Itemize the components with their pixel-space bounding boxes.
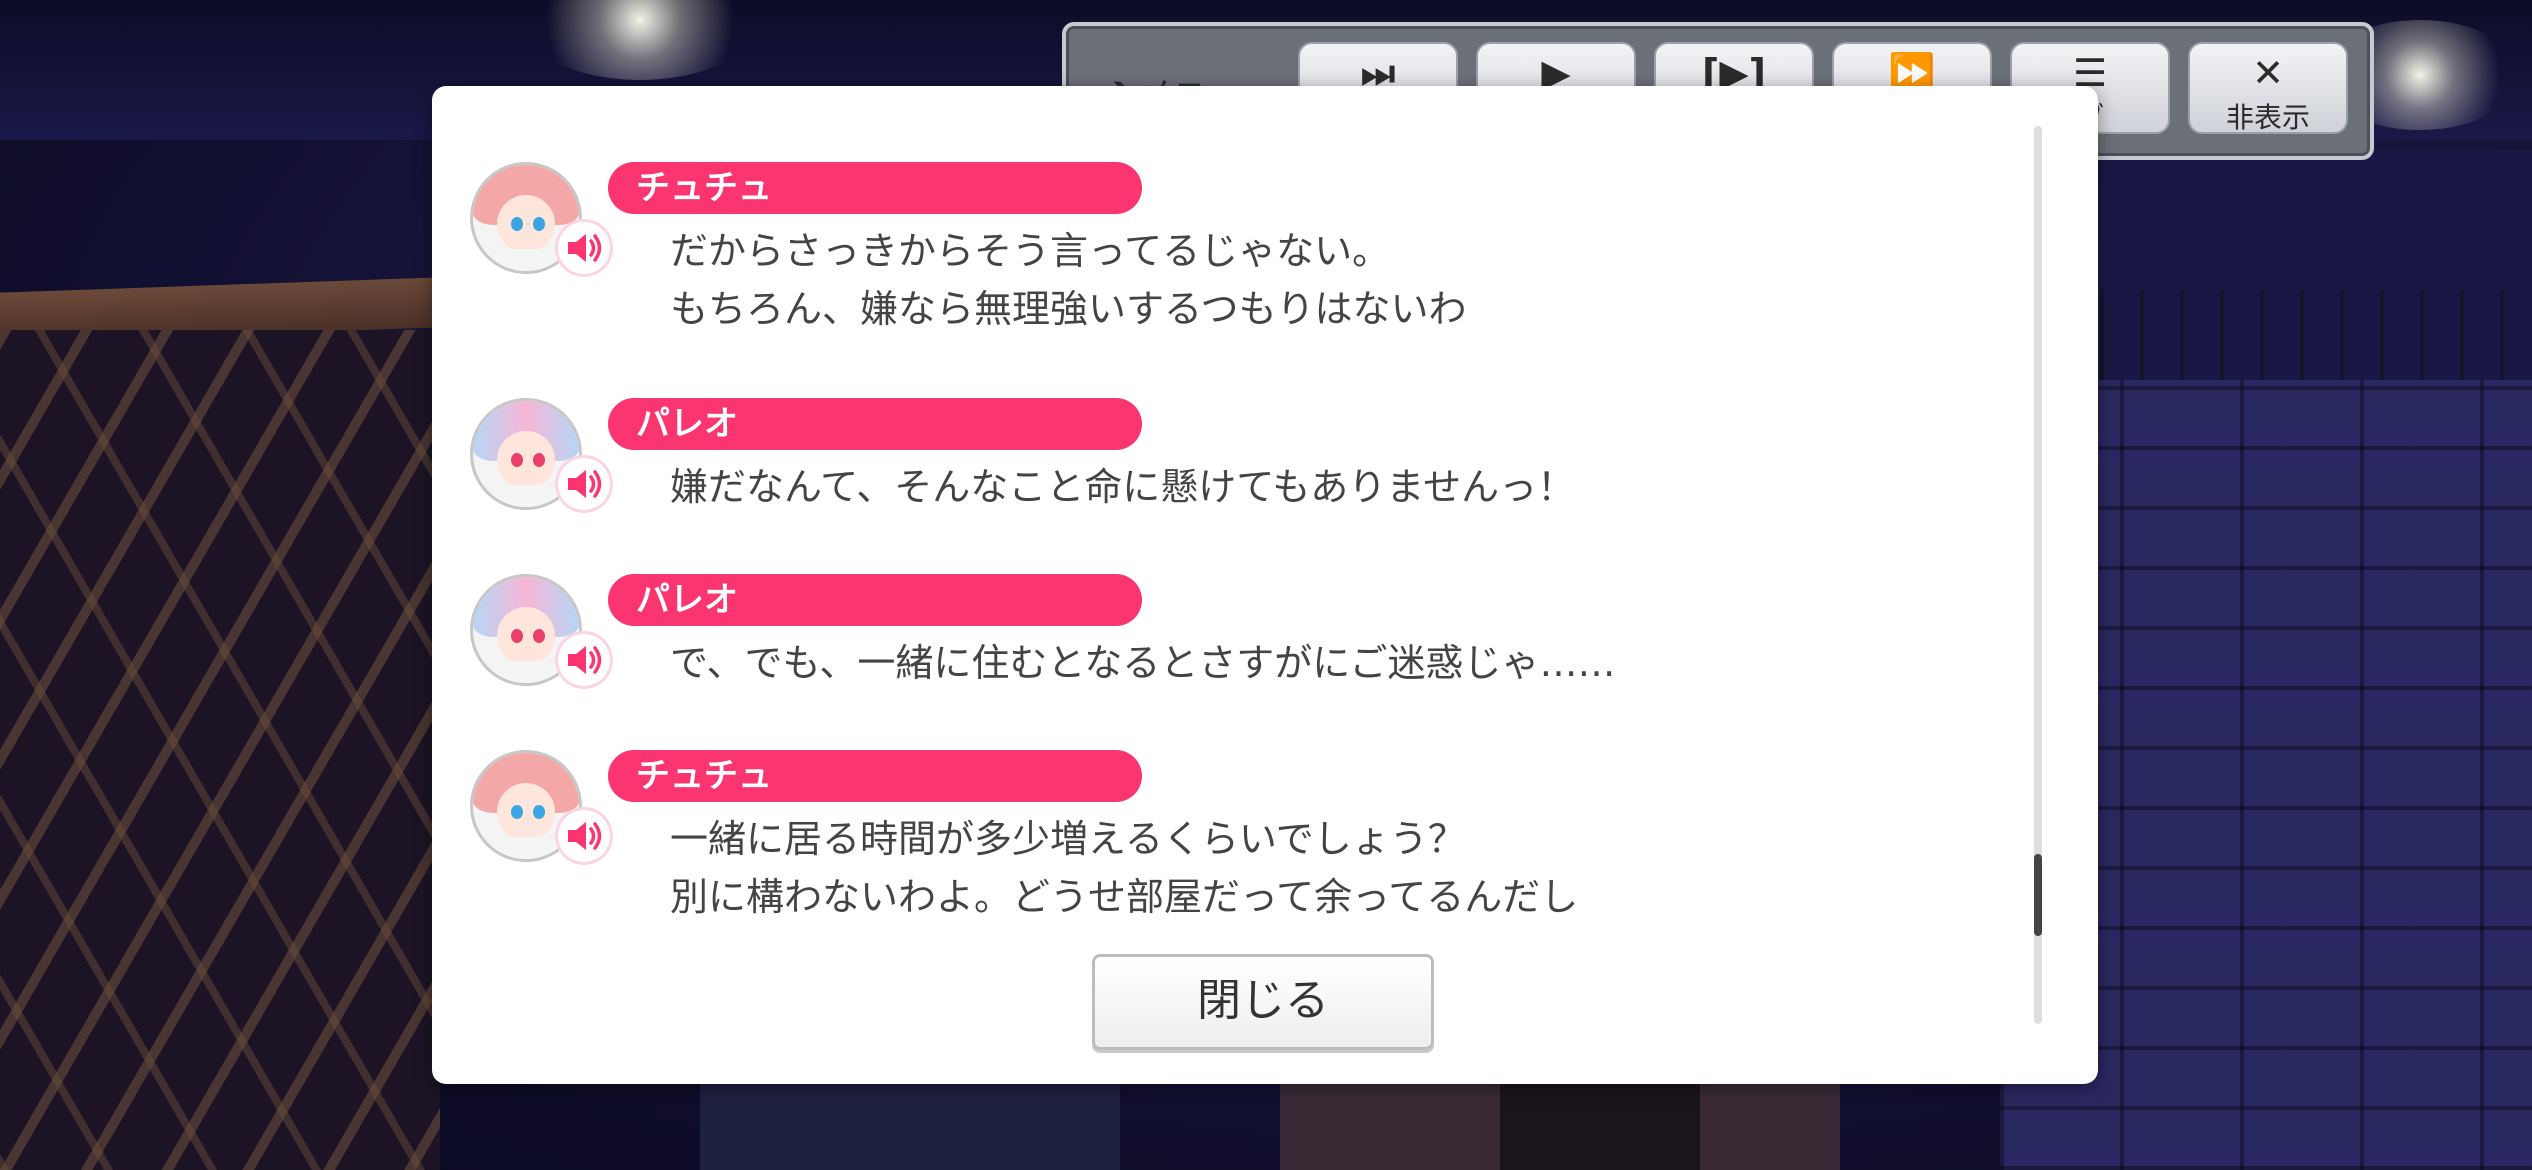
dialogue-line: 一緒に居る時間が多少増えるくらいでしょう？ [670,817,1466,861]
avatar-eye [533,805,545,819]
speaker-icon [568,646,602,674]
speaker-name: パレオ [608,398,1142,450]
dialogue-line: 別に構わないわよ。どうせ部屋だって余ってるんだし [670,875,1579,919]
dialogue-text: で、でも、一緒に住むとなるとさすがにご迷惑じゃ…… [670,634,1615,692]
dialogue-line: で、でも、一緒に住むとなるとさすがにご迷惑じゃ…… [670,641,1616,685]
avatar-eye [511,629,523,643]
dialogue-line: だからさっきからそう言ってるじゃない。 [670,229,1391,273]
speaker-icon [568,234,602,262]
voice-replay-button[interactable] [558,458,610,510]
dialogue-text: 嫌だなんて、そんなこと命に懸けてもありませんっ！ [670,458,1575,516]
avatar-eye [511,217,523,231]
log-scrollbar-thumb[interactable] [2034,854,2042,936]
speaker-name: パレオ [608,574,1142,626]
hide-ui-label: 非表示 [2225,101,2310,134]
dialogue-line: 嫌だなんて、そんなこと命に懸けてもありませんっ！ [670,465,1576,509]
avatar-eye [511,805,523,819]
avatar-eye [533,453,545,467]
bridge-railing [0,330,440,1170]
avatar-eye [511,453,523,467]
avatar-body [491,837,561,859]
avatar-face [497,607,555,665]
avatar-face [497,431,555,489]
avatar-body [491,249,561,271]
voice-replay-button[interactable] [558,222,610,274]
dialogue-line: もちろん、嫌なら無理強いするつもりはないわ [670,287,1467,331]
avatar-eye [533,217,545,231]
avatar-eye [533,629,545,643]
speaker-name: チュチュ [608,750,1142,802]
avatar-body [491,661,561,683]
hide-ui-button[interactable]: ✕ 非表示 [2188,42,2348,134]
dialogue-text: 一緒に居る時間が多少増えるくらいでしょう？ 別に構わないわよ。どうせ部屋だって余… [670,810,1578,926]
close-button[interactable]: 閉じる [1092,954,1434,1050]
speaker-name: チュチュ [608,162,1142,214]
speaker-icon [568,470,602,498]
close-x-icon: ✕ [2252,51,2284,95]
avatar-face [497,195,555,253]
backlog-dialog: チュチュ だからさっきからそう言ってるじゃない。 もちろん、嫌なら無理強いするつ… [432,86,2098,1084]
voice-replay-button[interactable] [558,810,610,862]
speaker-icon [568,822,602,850]
avatar-body [491,485,561,507]
avatar-face [497,783,555,841]
dialogue-text: だからさっきからそう言ってるじゃない。 もちろん、嫌なら無理強いするつもりはない… [670,222,1466,338]
voice-replay-button[interactable] [558,634,610,686]
